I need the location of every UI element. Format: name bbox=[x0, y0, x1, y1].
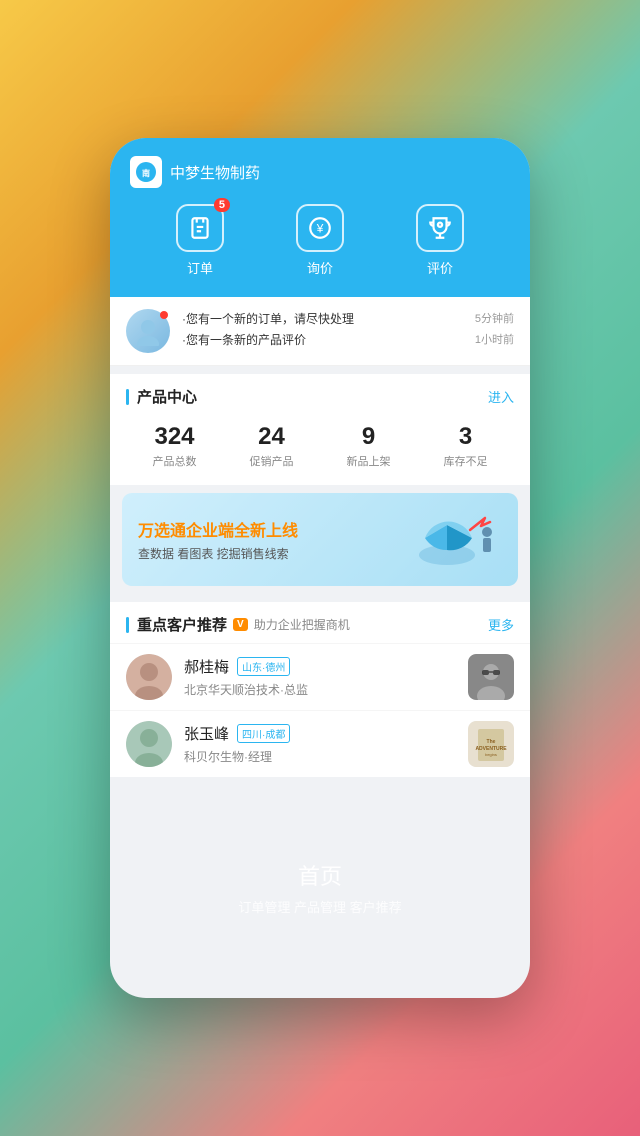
customer-name-1: 张玉峰 bbox=[184, 723, 229, 744]
customer-region-1: 四川·成都 bbox=[237, 724, 290, 743]
notif-dot bbox=[160, 311, 168, 319]
notification-area: ·您有一个新的订单，请尽快处理 5分钟前 ·您有一条新的产品评价 1小时前 bbox=[110, 297, 530, 366]
customer-avatar-1 bbox=[126, 721, 172, 767]
stat-promo-number: 24 bbox=[258, 423, 285, 451]
app-logo: 南 bbox=[130, 156, 162, 188]
stat-low-label: 库存不足 bbox=[444, 453, 488, 469]
promo-banner[interactable]: 万选通企业端全新上线 查数据 看图表 挖掘销售线索 bbox=[122, 493, 518, 586]
notif-msg-0: ·您有一个新的订单，请尽快处理 5分钟前 bbox=[182, 310, 514, 327]
notif-avatar bbox=[126, 309, 170, 353]
nav-label-orders: 订单 bbox=[187, 258, 213, 277]
customers-section: 重点客户推荐 V 助力企业把握商机 更多 郝桂梅 山东·德州 北京华天顺治 bbox=[110, 602, 530, 777]
trophy-icon bbox=[416, 204, 464, 252]
banner-text: 万选通企业端全新上线 查数据 看图表 挖掘销售线索 bbox=[138, 517, 412, 562]
nav-icons: 5 订单 ¥ bbox=[130, 204, 510, 297]
nav-label-inquiry: 询价 bbox=[307, 258, 333, 277]
notif-text-0: ·您有一个新的订单，请尽快处理 bbox=[182, 310, 354, 327]
customer-desc-0: 北京华天顺治技术·总监 bbox=[184, 681, 468, 698]
customer-region-0: 山东·德州 bbox=[237, 657, 290, 676]
product-center-header: 产品中心 进入 bbox=[110, 374, 530, 415]
customer-row-1[interactable]: 张玉峰 四川·成都 科贝尔生物·经理 The ADVENTURE begins bbox=[110, 710, 530, 777]
customer-row-0[interactable]: 郝桂梅 山东·德州 北京华天顺治技术·总监 bbox=[110, 643, 530, 710]
stat-promo-label: 促销产品 bbox=[250, 453, 294, 469]
stats-row: 324 产品总数 24 促销产品 9 新品上架 3 库存不足 bbox=[110, 415, 530, 485]
customers-title-group: 重点客户推荐 V 助力企业把握商机 bbox=[126, 614, 350, 635]
notif-time-1: 1小时前 bbox=[475, 331, 514, 348]
notif-text-1: ·您有一条新的产品评价 bbox=[182, 331, 306, 348]
stat-new-number: 9 bbox=[362, 423, 375, 451]
product-center-link[interactable]: 进入 bbox=[488, 387, 514, 406]
customer-avatar-0 bbox=[126, 654, 172, 700]
banner-title: 万选通企业端全新上线 bbox=[138, 517, 412, 541]
yen-circle-icon: ¥ bbox=[296, 204, 344, 252]
svg-text:¥: ¥ bbox=[316, 221, 324, 235]
product-center-title: 产品中心 bbox=[126, 386, 197, 407]
notif-msg-1: ·您有一条新的产品评价 1小时前 bbox=[182, 331, 514, 348]
customer-side-img-0 bbox=[468, 654, 514, 700]
stat-new-label: 新品上架 bbox=[347, 453, 391, 469]
customers-title: 重点客户推荐 bbox=[137, 614, 227, 635]
bottom-title: 首页 bbox=[298, 859, 342, 891]
customers-header: 重点客户推荐 V 助力企业把握商机 更多 bbox=[110, 602, 530, 643]
nav-item-review[interactable]: 评价 bbox=[416, 204, 464, 277]
nav-label-review: 评价 bbox=[427, 258, 453, 277]
customer-desc-1: 科贝尔生物·经理 bbox=[184, 748, 468, 765]
customer-name-row-0: 郝桂梅 山东·德州 bbox=[184, 656, 468, 677]
stat-total: 324 产品总数 bbox=[153, 423, 197, 469]
header: 南 中梦生物制药 5 订单 bbox=[110, 138, 530, 297]
customer-info-0: 郝桂梅 山东·德州 北京华天顺治技术·总监 bbox=[184, 656, 468, 698]
stat-total-number: 324 bbox=[154, 423, 194, 451]
orders-badge: 5 bbox=[214, 198, 230, 212]
banner-image bbox=[412, 507, 502, 572]
phone-frame: 南 中梦生物制药 5 订单 bbox=[110, 138, 530, 998]
customers-bar bbox=[126, 617, 129, 633]
stat-total-label: 产品总数 bbox=[153, 453, 197, 469]
bottom-subtitle: 订单管理 产品管理 客户推荐 bbox=[238, 897, 401, 916]
customers-sub: 助力企业把握商机 bbox=[254, 616, 350, 633]
banner-subtitle: 查数据 看图表 挖掘销售线索 bbox=[138, 545, 412, 562]
customer-info-1: 张玉峰 四川·成都 科贝尔生物·经理 bbox=[184, 723, 468, 765]
bottom-area: 首页 订单管理 产品管理 客户推荐 bbox=[110, 777, 530, 998]
svg-text:南: 南 bbox=[142, 168, 150, 178]
customers-more-link[interactable]: 更多 bbox=[488, 615, 514, 634]
customer-name-row-1: 张玉峰 四川·成都 bbox=[184, 723, 468, 744]
nav-item-inquiry[interactable]: ¥ 询价 bbox=[296, 204, 344, 277]
company-name: 中梦生物制药 bbox=[170, 162, 260, 183]
customer-name-0: 郝桂梅 bbox=[184, 656, 229, 677]
product-center-section: 产品中心 进入 324 产品总数 24 促销产品 9 新品上架 3 库存不足 bbox=[110, 374, 530, 485]
clipboard-icon: 5 bbox=[176, 204, 224, 252]
stat-low-number: 3 bbox=[459, 423, 472, 451]
section-bar bbox=[126, 389, 129, 405]
stat-low: 3 库存不足 bbox=[444, 423, 488, 469]
svg-text:begins: begins bbox=[485, 752, 497, 757]
stat-new: 9 新品上架 bbox=[347, 423, 391, 469]
customer-side-img-1: The ADVENTURE begins bbox=[468, 721, 514, 767]
notif-messages: ·您有一个新的订单，请尽快处理 5分钟前 ·您有一条新的产品评价 1小时前 bbox=[182, 310, 514, 352]
svg-text:The: The bbox=[487, 739, 496, 745]
stat-promo: 24 促销产品 bbox=[250, 423, 294, 469]
v-badge: V bbox=[233, 618, 248, 631]
company-row: 南 中梦生物制药 bbox=[130, 156, 510, 188]
nav-item-orders[interactable]: 5 订单 bbox=[176, 204, 224, 277]
notif-time-0: 5分钟前 bbox=[475, 310, 514, 327]
